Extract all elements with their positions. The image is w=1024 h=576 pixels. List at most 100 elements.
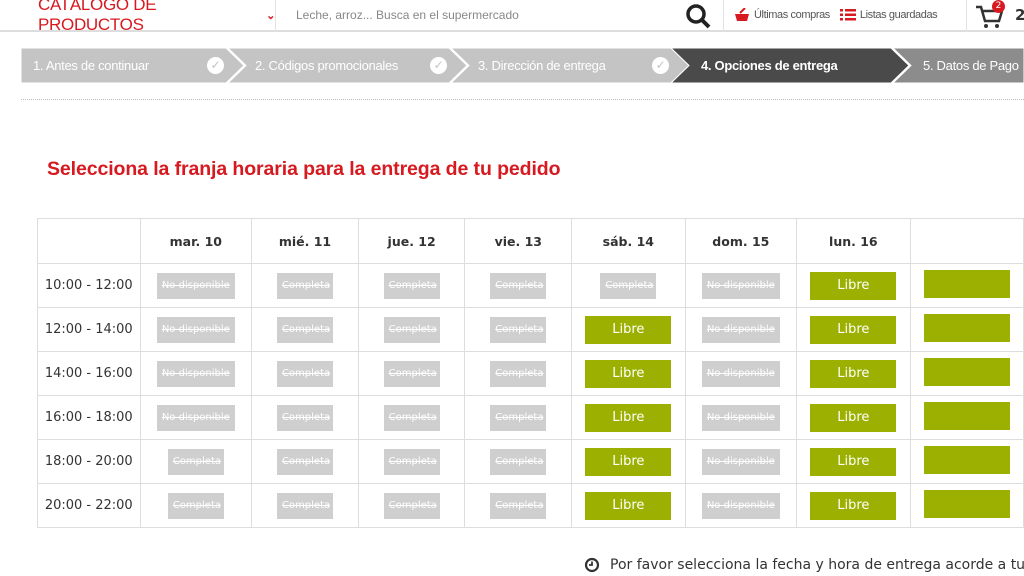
full-slot: Completa: [490, 404, 547, 431]
free-slot-button[interactable]: Libre: [585, 491, 672, 520]
catalog-label: CATÁLOGO DE PRODUCTOS: [38, 0, 157, 34]
time-slot-row: 14:00 - 16:00 No disponible Completa Comple…: [37, 351, 1024, 396]
unavailable-slot: No disponible: [701, 316, 780, 343]
slot-cell: Libre: [796, 263, 911, 308]
full-slot: Completa: [600, 272, 657, 299]
slot-cell: Completa: [571, 263, 686, 308]
day-header: lun. 16: [796, 218, 911, 264]
unavailable-slot: No disponible: [701, 492, 780, 519]
step-4-active: 4. Opciones de entrega: [689, 48, 889, 83]
full-slot: Completa: [383, 272, 440, 299]
full-slot: Completa: [383, 448, 440, 475]
full-slot: Completa: [490, 272, 547, 299]
free-slot-button[interactable]: [923, 490, 1010, 518]
free-slot-button[interactable]: Libre: [810, 359, 897, 388]
free-slot-button[interactable]: Libre: [810, 447, 897, 476]
info-note-text: Por favor selecciona la fecha y hora de …: [610, 557, 1024, 573]
free-slot-button[interactable]: [923, 358, 1010, 386]
slot-cell: [909, 263, 1024, 308]
saved-lists-link[interactable]: Listas guardadas: [839, 9, 938, 21]
slot-cell: No disponible: [139, 307, 253, 352]
slot-cell: Completa: [251, 395, 359, 440]
slot-cell: Libre: [796, 395, 911, 440]
full-slot: Completa: [167, 448, 224, 475]
step-label: 5. Datos de Pago: [923, 58, 1019, 73]
slot-cell: [909, 439, 1024, 484]
free-slot-button[interactable]: [923, 270, 1010, 298]
slot-cell: Completa: [357, 395, 466, 440]
full-slot: Completa: [167, 492, 224, 519]
free-slot-button[interactable]: Libre: [810, 271, 897, 300]
saved-lists-label: Listas guardadas: [859, 9, 938, 21]
search-input[interactable]: Leche, arroz... Busca en el supermercado: [276, 0, 724, 31]
slot-cell: Completa: [464, 307, 573, 352]
slot-cell: Libre: [796, 307, 911, 352]
slot-cell: Completa: [251, 263, 359, 308]
free-slot-button[interactable]: [923, 402, 1010, 430]
unavailable-slot: No disponible: [701, 272, 780, 299]
day-header: dom. 15: [684, 218, 798, 264]
day-header: mar. 10: [139, 218, 253, 264]
full-slot: Completa: [276, 272, 333, 299]
full-slot: Completa: [276, 360, 333, 387]
time-slot-row: 18:00 - 20:00 Completa Completa Completa Com…: [37, 439, 1024, 484]
slot-cell: Completa: [464, 483, 573, 528]
slot-cell: No disponible: [139, 263, 253, 308]
slot-cell: Libre: [796, 483, 911, 528]
time-slot-row: 12:00 - 14:00 No disponible Completa Comple…: [37, 307, 1024, 352]
slot-cell: No disponible: [684, 395, 798, 440]
slot-cell: Completa: [251, 307, 359, 352]
day-header: mié. 11: [251, 218, 359, 264]
step-label: 1. Antes de continuar: [33, 58, 149, 73]
check-icon: ✓: [207, 57, 224, 74]
slot-cell: Completa: [357, 483, 466, 528]
free-slot-button[interactable]: Libre: [810, 491, 897, 520]
free-slot-button[interactable]: Libre: [810, 315, 897, 344]
full-slot: Completa: [276, 316, 333, 343]
free-slot-button[interactable]: Libre: [585, 315, 672, 344]
slot-cell: Completa: [251, 351, 359, 396]
cart-button[interactable]: 2 2: [966, 0, 1024, 32]
slot-cell: [909, 483, 1024, 528]
free-slot-button[interactable]: [923, 446, 1010, 474]
step-5: 5. Datos de Pago: [911, 48, 1024, 83]
full-slot: Completa: [276, 492, 333, 519]
slot-cell: Libre: [571, 307, 686, 352]
slot-cell: Completa: [464, 439, 573, 484]
free-slot-button[interactable]: Libre: [585, 403, 672, 432]
last-purchases-link[interactable]: Últimas compras: [734, 8, 830, 22]
full-slot: Completa: [490, 316, 547, 343]
free-slot-button[interactable]: Libre: [585, 447, 672, 476]
slot-cell: Completa: [139, 439, 253, 484]
slot-cell: Completa: [464, 263, 573, 308]
step-1[interactable]: 1. Antes de continuar ✓: [21, 48, 226, 83]
check-icon: ✓: [652, 57, 669, 74]
search-icon[interactable]: [685, 3, 711, 29]
divider: [21, 99, 1024, 100]
cart-count: 2: [1015, 6, 1024, 24]
slot-cell: Completa: [357, 307, 466, 352]
step-3[interactable]: 3. Dirección de entrega ✓: [466, 48, 671, 83]
slot-cell: Completa: [357, 263, 466, 308]
slot-cell: No disponible: [684, 263, 798, 308]
slot-cell: Completa: [251, 439, 359, 484]
full-slot: Completa: [383, 360, 440, 387]
slot-cell: Completa: [251, 483, 359, 528]
day-header: vie. 13: [464, 218, 573, 264]
slot-cell: No disponible: [684, 483, 798, 528]
list-icon: [839, 9, 856, 21]
unavailable-slot: No disponible: [156, 404, 235, 431]
time-range: 18:00 - 20:00: [37, 439, 141, 484]
delivery-schedule-table: mar. 10 mié. 11 jue. 12 vie. 13 sáb. 14 dom. …: [37, 218, 1024, 528]
free-slot-button[interactable]: Libre: [585, 359, 672, 388]
free-slot-button[interactable]: [923, 314, 1010, 342]
time-range: 10:00 - 12:00: [37, 263, 141, 308]
step-label: 2. Códigos promocionales: [255, 58, 399, 73]
unavailable-slot: No disponible: [156, 272, 235, 299]
slot-cell: No disponible: [684, 307, 798, 352]
step-2[interactable]: 2. Códigos promocionales ✓: [243, 48, 449, 83]
catalog-menu[interactable]: CATÁLOGO DE PRODUCTOS ⌄: [0, 0, 276, 34]
unavailable-slot: No disponible: [156, 360, 235, 387]
slot-cell: No disponible: [684, 351, 798, 396]
free-slot-button[interactable]: Libre: [810, 403, 897, 432]
